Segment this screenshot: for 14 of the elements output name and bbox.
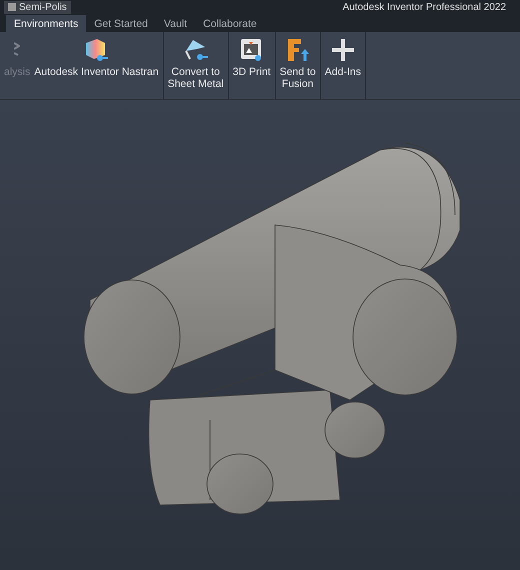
ribbon-tab[interactable]: Environments bbox=[6, 15, 86, 32]
ribbon-button[interactable]: Add-Ins bbox=[322, 32, 363, 99]
plus-icon bbox=[330, 37, 356, 63]
ribbon-button[interactable]: 3D Print bbox=[230, 32, 273, 99]
ribbon-tab[interactable]: Collaborate bbox=[195, 15, 265, 32]
ribbon-tab[interactable]: Vault bbox=[156, 15, 196, 32]
ribbon-button[interactable]: Autodesk Inventor Nastran bbox=[32, 32, 161, 99]
material-dropdown[interactable]: Semi-Polis bbox=[4, 0, 71, 14]
ribbon-button[interactable]: Convert to Sheet Metal bbox=[166, 32, 226, 99]
ribbon-tab[interactable]: Get Started bbox=[86, 15, 156, 32]
ribbon-button[interactable]: Send to Fusion bbox=[278, 32, 318, 99]
folded-sheet-icon bbox=[182, 37, 209, 63]
window-title: Autodesk Inventor Professional 2022 bbox=[342, 2, 506, 12]
colored-block-icon bbox=[83, 37, 110, 63]
